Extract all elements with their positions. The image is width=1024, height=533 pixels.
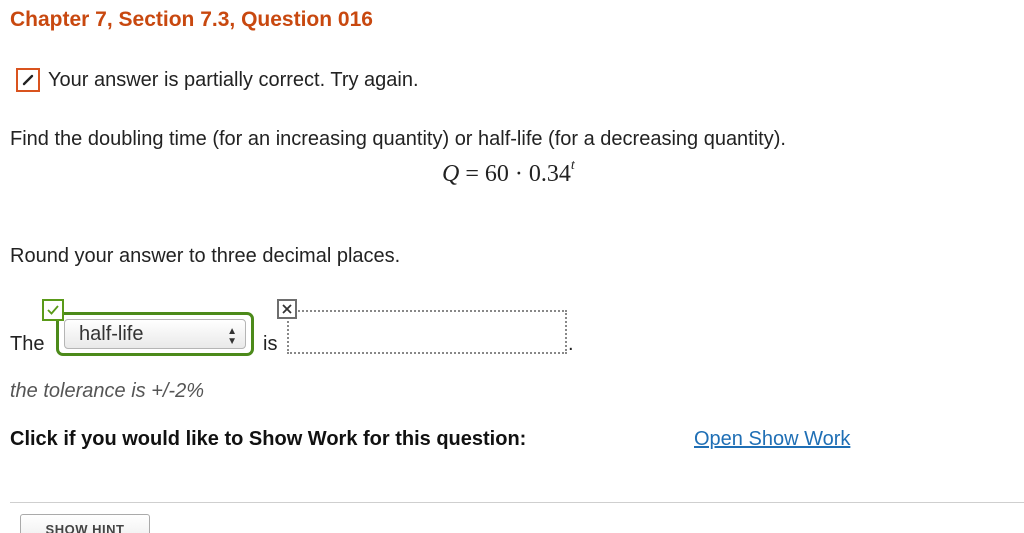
tolerance-note: the tolerance is +/-2% <box>10 380 204 402</box>
quantity-type-select[interactable]: half-life ▲ ▼ <box>56 312 254 356</box>
question-page: Chapter 7, Section 7.3, Question 016 You… <box>0 0 1024 533</box>
formula-exponent: t <box>570 158 575 173</box>
checkmark-icon <box>42 299 64 321</box>
answer-connector: is <box>263 333 278 355</box>
answer-suffix: . <box>568 333 574 355</box>
show-work-label: Click if you would like to Show Work for… <box>10 428 527 450</box>
answer-input[interactable] <box>287 310 567 354</box>
pencil-icon <box>16 68 40 92</box>
formula-rhs: = 60 · 0.34 <box>459 161 571 187</box>
formula: Q = 60 · 0.34t <box>442 158 575 188</box>
question-prompt: Find the doubling time (for an increasin… <box>10 128 786 150</box>
answer-prefix: The <box>10 333 45 355</box>
x-mark-icon <box>277 299 297 319</box>
formula-lhs: Q <box>442 161 460 187</box>
select-inner[interactable]: half-life ▲ ▼ <box>64 319 246 349</box>
open-show-work-link[interactable]: Open Show Work <box>694 428 850 451</box>
show-hint-button[interactable]: SHOW HINT <box>20 514 150 533</box>
status-row: Your answer is partially correct. Try ag… <box>16 65 419 95</box>
page-title: Chapter 7, Section 7.3, Question 016 <box>10 8 373 31</box>
select-value: half-life <box>79 322 144 345</box>
rounding-note: Round your answer to three decimal place… <box>10 245 401 267</box>
up-down-arrows-icon: ▲ ▼ <box>227 326 237 347</box>
status-message: Your answer is partially correct. Try ag… <box>48 68 419 91</box>
hint-panel <box>10 503 1024 533</box>
